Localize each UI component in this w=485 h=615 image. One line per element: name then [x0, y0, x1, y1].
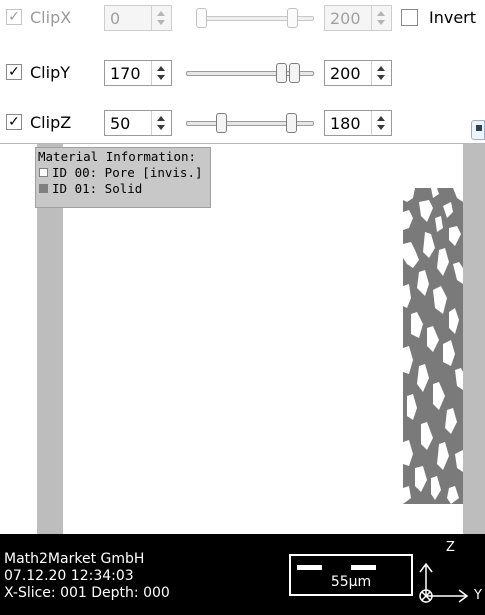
- spin-down-icon[interactable]: [377, 125, 385, 130]
- legend-title: Material Information:: [38, 149, 197, 164]
- solid-swatch-icon: [39, 184, 48, 193]
- info-bar: Math2Market GmbH 07.12.20 12:34:03 X-Sli…: [0, 534, 485, 615]
- clip-x-min-spin-arrows[interactable]: [151, 6, 171, 30]
- company-name: Math2Market GmbH: [4, 551, 145, 567]
- clip-z-label: ClipZ: [30, 113, 72, 132]
- legend-item-label: ID 01: Solid: [52, 181, 143, 196]
- spin-down-icon[interactable]: [157, 20, 165, 25]
- clip-x-row: ✓ ClipX 0 200 Invert: [0, 0, 485, 36]
- clip-x-max-spin-arrows[interactable]: [371, 6, 391, 30]
- clip-z-min-handle[interactable]: [216, 113, 227, 133]
- clip-y-label: ClipY: [30, 63, 70, 82]
- clip-x-min-spinbox[interactable]: 0: [104, 5, 172, 31]
- datetime-text: 07.12.20 12:34:03: [4, 568, 134, 584]
- clip-y-min-handle[interactable]: [276, 63, 287, 83]
- clip-y-max-handle[interactable]: [289, 63, 300, 83]
- scale-label: 55µm: [330, 574, 372, 590]
- panel-toggle-button[interactable]: [471, 120, 485, 140]
- slice-boundary-right: [463, 144, 485, 534]
- clip-y-min-spin-arrows[interactable]: [151, 61, 171, 85]
- spin-down-icon[interactable]: [377, 75, 385, 80]
- legend-item-label: ID 00: Pore [invis.]: [52, 165, 203, 180]
- clip-z-max-handle[interactable]: [286, 113, 297, 133]
- y-axis-label: Y: [474, 588, 482, 603]
- clip-z-min-value: 50: [110, 114, 131, 133]
- pore-swatch-icon: [39, 168, 48, 177]
- clip-z-row: ✓ ClipZ 50 180: [0, 105, 485, 141]
- clip-z-min-spin-arrows[interactable]: [151, 111, 171, 135]
- clip-z-max-value: 180: [330, 114, 361, 133]
- clip-x-max-value: 200: [330, 9, 361, 28]
- spin-down-icon[interactable]: [157, 75, 165, 80]
- spin-up-icon[interactable]: [157, 66, 165, 71]
- clip-y-checkbox[interactable]: ✓: [6, 64, 22, 80]
- spin-down-icon[interactable]: [157, 125, 165, 130]
- clip-y-max-value: 200: [330, 64, 361, 83]
- solid-material-structure: [403, 188, 463, 504]
- scale-segment: [322, 565, 351, 570]
- material-legend: Material Information: ID 00: Pore [invis…: [35, 147, 211, 208]
- clip-y-min-spinbox[interactable]: 170: [104, 60, 172, 86]
- clip-z-checkbox[interactable]: ✓: [6, 114, 22, 130]
- clip-x-max-handle[interactable]: [287, 8, 298, 28]
- clip-z-max-spin-arrows[interactable]: [371, 111, 391, 135]
- scale-bar: 55µm: [289, 554, 413, 596]
- spin-up-icon[interactable]: [157, 11, 165, 16]
- axis-orientation-icon: [419, 562, 469, 603]
- clip-y-row: ✓ ClipY 170 200: [0, 55, 485, 91]
- spin-down-icon[interactable]: [377, 20, 385, 25]
- clip-y-max-spin-arrows[interactable]: [371, 61, 391, 85]
- invert-checkbox[interactable]: [401, 9, 418, 26]
- clip-z-min-spinbox[interactable]: 50: [104, 110, 172, 136]
- scale-segment: [297, 565, 322, 570]
- scale-segment: [351, 565, 376, 570]
- slice-depth-text: X-Slice: 001 Depth: 000: [4, 585, 170, 601]
- clip-z-max-spinbox[interactable]: 180: [324, 110, 392, 136]
- clip-x-min-handle[interactable]: [196, 8, 207, 28]
- clip-y-max-spinbox[interactable]: 200: [324, 60, 392, 86]
- clip-x-checkbox[interactable]: ✓: [6, 9, 22, 25]
- clip-y-min-value: 170: [110, 64, 141, 83]
- clip-x-min-value: 0: [110, 9, 121, 28]
- spin-up-icon[interactable]: [377, 11, 385, 16]
- invert-label: Invert: [429, 8, 477, 27]
- clip-panel: ✓ ClipX 0 200 Invert ✓ ClipY 170 200 ✓ C…: [0, 0, 485, 144]
- spin-up-icon[interactable]: [377, 66, 385, 71]
- z-axis-label: Z: [446, 540, 455, 555]
- clip-x-max-spinbox[interactable]: 200: [324, 5, 392, 31]
- clip-x-label: ClipX: [30, 8, 72, 27]
- spin-up-icon[interactable]: [377, 116, 385, 121]
- scale-segment: [376, 565, 405, 570]
- spin-up-icon[interactable]: [157, 116, 165, 121]
- slice-viewport[interactable]: Material Information: ID 00: Pore [invis…: [0, 144, 485, 615]
